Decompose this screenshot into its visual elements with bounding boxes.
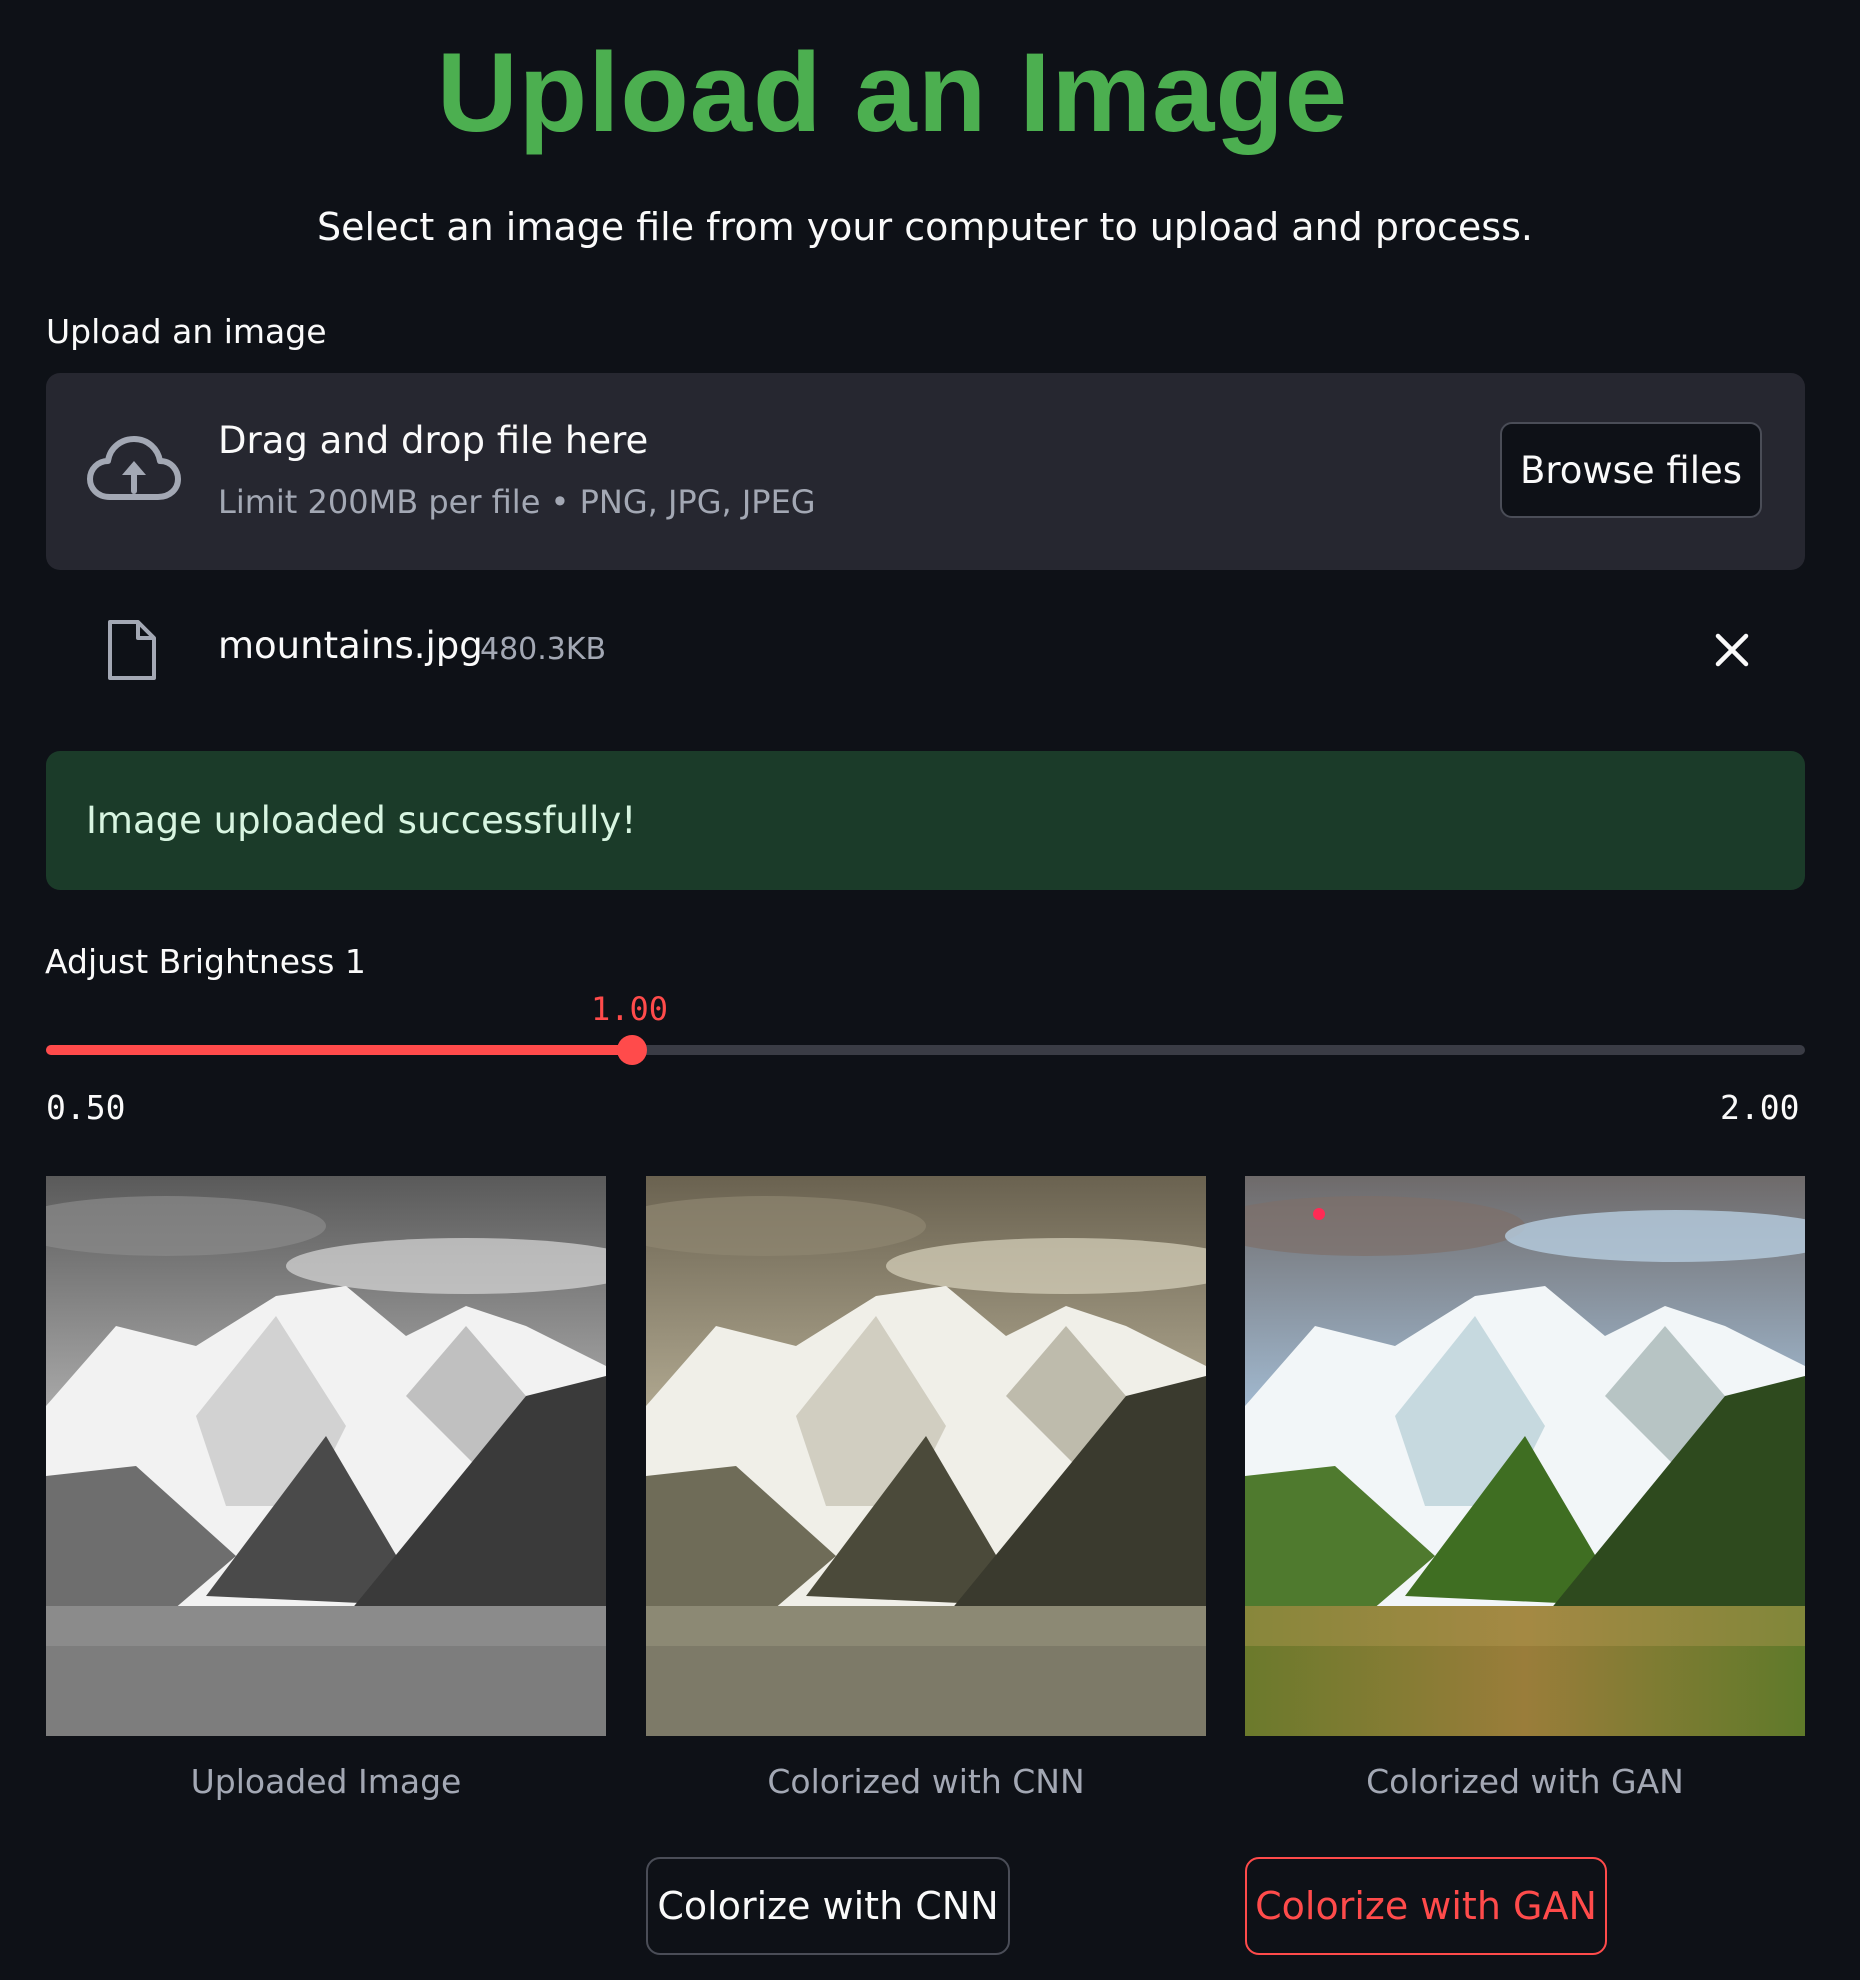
page-subtitle: Select an image file from your computer … <box>317 205 1533 249</box>
file-size: 480.3KB <box>480 632 607 667</box>
success-message: Image uploaded successfully! <box>86 799 637 842</box>
close-icon[interactable] <box>1708 626 1756 674</box>
uploaded-image <box>46 1176 606 1736</box>
dropzone-limit-hint: Limit 200MB per file • PNG, JPG, JPEG <box>218 483 816 521</box>
file-name: mountains.jpg <box>218 624 483 667</box>
browse-files-button[interactable]: Browse files <box>1500 422 1762 518</box>
page-title: Upload an Image <box>436 30 1349 155</box>
uploaded-image-caption: Uploaded Image <box>190 1762 462 1801</box>
brightness-slider-label: Adjust Brightness 1 <box>45 942 366 981</box>
colorize-gan-button[interactable]: Colorize with GAN <box>1245 1857 1607 1955</box>
brightness-slider-max: 2.00 <box>1720 1088 1800 1127</box>
file-dropzone[interactable]: Drag and drop file here Limit 200MB per … <box>46 373 1805 570</box>
colorize-cnn-button[interactable]: Colorize with CNN <box>646 1857 1010 1955</box>
brightness-slider-value: 1.00 <box>591 990 669 1028</box>
gan-image-caption: Colorized with GAN <box>1366 1762 1684 1801</box>
file-icon <box>106 618 158 682</box>
gan-colorized-image <box>1245 1176 1805 1736</box>
brightness-slider-fill <box>46 1045 633 1055</box>
brightness-slider-thumb[interactable] <box>617 1035 648 1065</box>
brightness-slider-track[interactable] <box>46 1035 1805 1065</box>
cnn-colorized-image <box>646 1176 1206 1736</box>
uploader-label: Upload an image <box>46 312 327 351</box>
dropzone-instructions: Drag and drop file here <box>218 419 649 462</box>
cloud-upload-icon <box>86 433 182 509</box>
brightness-slider-min: 0.50 <box>46 1088 126 1127</box>
uploaded-file-item: mountains.jpg 480.3KB <box>46 600 1805 700</box>
success-alert: Image uploaded successfully! <box>46 751 1805 890</box>
cnn-image-caption: Colorized with CNN <box>767 1762 1085 1801</box>
